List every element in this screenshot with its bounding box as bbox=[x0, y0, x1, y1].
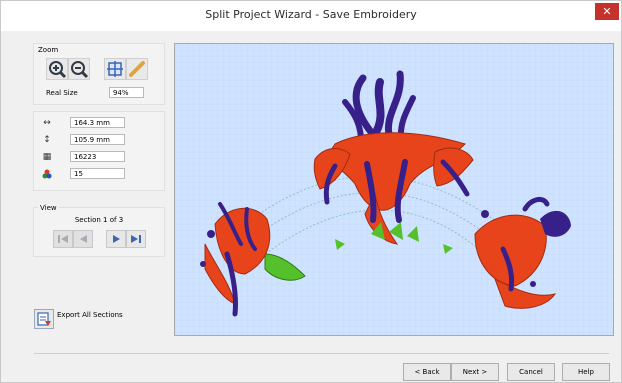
wizard-window: Split Project Wizard - Save Embroidery ✕… bbox=[0, 0, 622, 383]
colors-field: 15 bbox=[70, 168, 125, 179]
footer-separator bbox=[34, 353, 609, 354]
zoom-fit-button[interactable] bbox=[104, 58, 126, 80]
next-button[interactable]: Next > bbox=[451, 363, 499, 381]
width-field: 164.3 mm bbox=[70, 117, 125, 128]
width-icon: ↔ bbox=[43, 118, 51, 128]
fit-icon bbox=[107, 61, 123, 77]
first-icon bbox=[58, 235, 68, 243]
previous-icon bbox=[80, 235, 87, 243]
stitches-field: 16223 bbox=[70, 151, 125, 162]
next-icon bbox=[113, 235, 120, 243]
measure-icon bbox=[129, 61, 145, 77]
height-icon: ↕ bbox=[43, 135, 51, 145]
real-size-field[interactable]: 94% bbox=[109, 87, 144, 98]
cancel-button[interactable]: Cancel bbox=[507, 363, 555, 381]
previous-section-button[interactable] bbox=[73, 230, 93, 248]
export-all-label: Export All Sections bbox=[57, 311, 123, 319]
close-icon: ✕ bbox=[602, 5, 612, 18]
embroidery-preview bbox=[175, 44, 613, 335]
height-field: 105.9 mm bbox=[70, 134, 125, 145]
last-icon bbox=[131, 235, 141, 243]
title-bar: Split Project Wizard - Save Embroidery ✕ bbox=[1, 1, 621, 31]
measure-button[interactable] bbox=[126, 58, 148, 80]
zoom-panel: Zoom Real Size 94% bbox=[33, 43, 165, 105]
section-indicator: Section 1 of 3 bbox=[74, 216, 124, 224]
stitches-icon: ▦ bbox=[42, 152, 52, 162]
zoom-in-icon bbox=[49, 61, 67, 79]
preview-canvas[interactable] bbox=[174, 43, 614, 336]
first-section-button[interactable] bbox=[53, 230, 73, 248]
colors-icon bbox=[42, 169, 52, 179]
export-icon bbox=[37, 312, 51, 326]
zoom-label: Zoom bbox=[38, 46, 59, 54]
zoom-out-icon bbox=[71, 61, 89, 79]
close-button[interactable]: ✕ bbox=[595, 3, 619, 20]
view-panel: View Section 1 of 3 bbox=[33, 204, 165, 257]
last-section-button[interactable] bbox=[126, 230, 146, 248]
zoom-out-button[interactable] bbox=[68, 58, 90, 80]
view-label: View bbox=[38, 204, 59, 212]
help-button[interactable]: Help bbox=[562, 363, 610, 381]
real-size-label: Real Size bbox=[46, 89, 78, 97]
info-panel: ↔ 164.3 mm ↕ 105.9 mm ▦ 16223 15 bbox=[33, 111, 165, 191]
back-button[interactable]: < Back bbox=[403, 363, 451, 381]
zoom-in-button[interactable] bbox=[46, 58, 68, 80]
export-all-button[interactable] bbox=[34, 309, 54, 329]
next-section-button[interactable] bbox=[106, 230, 126, 248]
window-title: Split Project Wizard - Save Embroidery bbox=[205, 8, 417, 21]
